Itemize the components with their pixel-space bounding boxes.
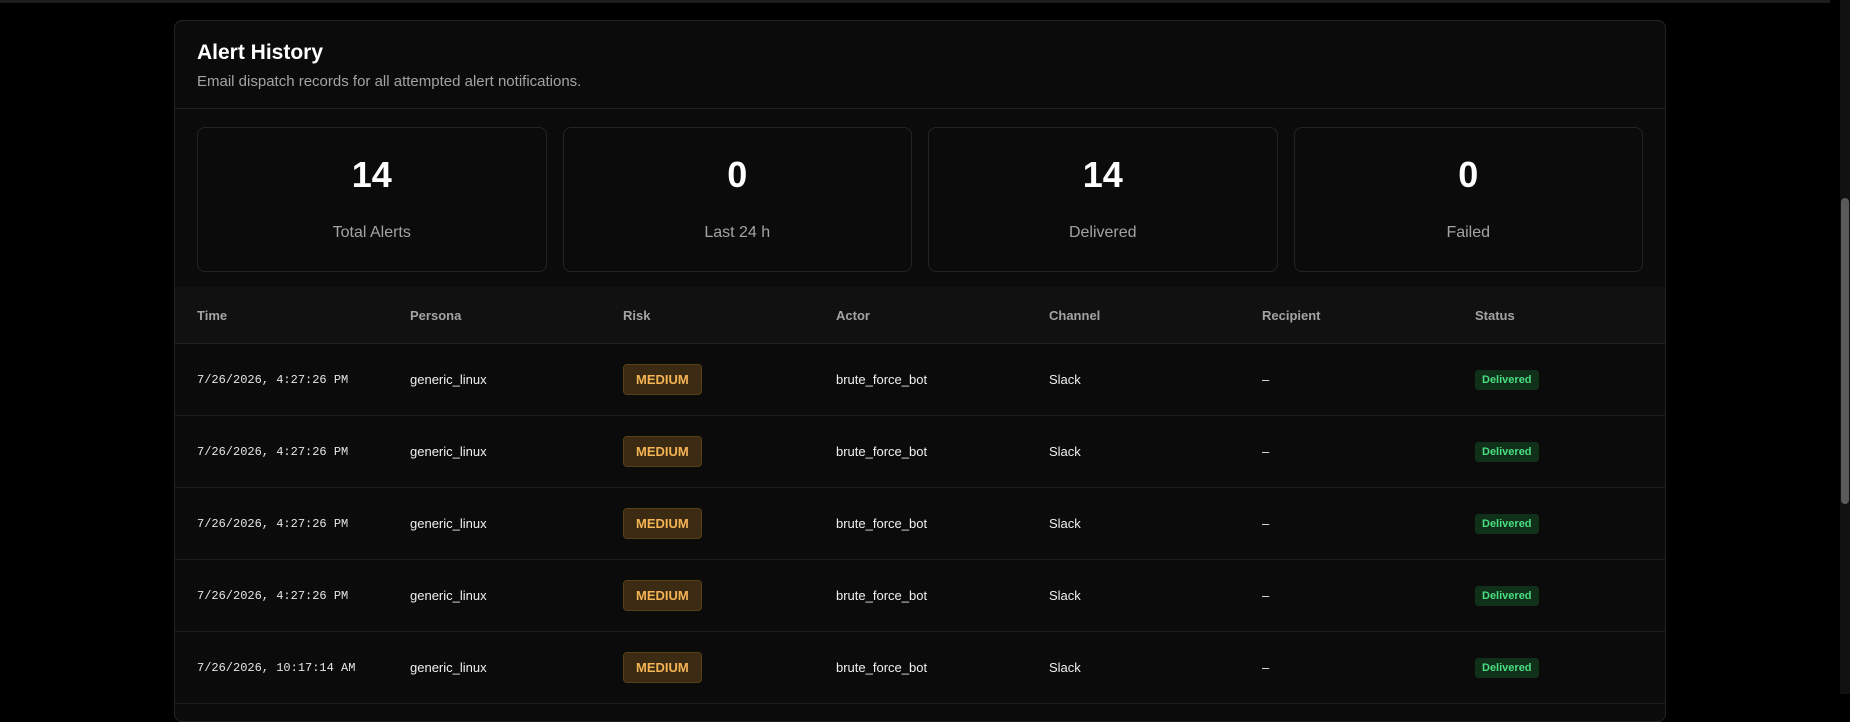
stat-card-last-24h: 0 Last 24 h bbox=[562, 127, 912, 272]
panel-header: Alert History Email dispatch records for… bbox=[175, 21, 1665, 109]
cell-recipient: – bbox=[1262, 444, 1270, 459]
cell-recipient: – bbox=[1262, 516, 1270, 531]
cell-channel: Slack bbox=[1049, 444, 1081, 459]
cell-channel: Slack bbox=[1049, 516, 1081, 531]
stat-value: 0 bbox=[1458, 154, 1479, 195]
stat-card-delivered: 14 Delivered bbox=[928, 127, 1278, 272]
stat-value: 14 bbox=[1082, 154, 1123, 195]
alert-history-panel: Alert History Email dispatch records for… bbox=[174, 20, 1666, 722]
cell-recipient: – bbox=[1262, 660, 1270, 675]
risk-badge: MEDIUM bbox=[623, 652, 702, 683]
cell-persona: generic_linux bbox=[410, 588, 487, 603]
table-row[interactable]: 7/26/2026, 10:17:14 AM generic_linux MED… bbox=[175, 632, 1665, 704]
cell-time: 7/26/2026, 4:27:26 PM bbox=[197, 372, 349, 387]
risk-badge: MEDIUM bbox=[623, 436, 702, 467]
cell-status: Delivered bbox=[1453, 441, 1665, 462]
cell-channel: Slack bbox=[1049, 660, 1081, 675]
column-header-actor[interactable]: Actor bbox=[814, 308, 1027, 323]
cell-risk: MEDIUM bbox=[601, 364, 814, 395]
status-badge: Delivered bbox=[1475, 513, 1539, 534]
cell-time: 7/26/2026, 10:17:14 AM bbox=[197, 660, 356, 675]
stat-value: 14 bbox=[351, 154, 392, 195]
table-row[interactable]: 7/26/2026, 4:27:26 PM generic_linux MEDI… bbox=[175, 344, 1665, 416]
cell-actor: brute_force_bot bbox=[836, 444, 928, 459]
column-header-channel[interactable]: Channel bbox=[1027, 308, 1240, 323]
stat-label: Failed bbox=[1446, 224, 1491, 241]
cell-risk: MEDIUM bbox=[601, 580, 814, 611]
column-header-persona[interactable]: Persona bbox=[388, 308, 601, 323]
page-scrollbar[interactable] bbox=[1840, 0, 1850, 694]
cell-status: Delivered bbox=[1453, 513, 1665, 534]
cell-channel: Slack bbox=[1049, 372, 1081, 387]
cell-actor: brute_force_bot bbox=[836, 588, 928, 603]
status-badge: Delivered bbox=[1475, 657, 1539, 678]
cell-time: 7/26/2026, 4:27:26 PM bbox=[197, 516, 349, 531]
cell-actor: brute_force_bot bbox=[836, 660, 928, 675]
cell-recipient: – bbox=[1262, 372, 1270, 387]
cell-risk: MEDIUM bbox=[601, 652, 814, 683]
cell-risk: MEDIUM bbox=[601, 508, 814, 539]
stat-value: 0 bbox=[727, 154, 748, 195]
column-header-status[interactable]: Status bbox=[1453, 308, 1665, 323]
table-row[interactable]: 7/26/2026, 4:27:26 PM generic_linux MEDI… bbox=[175, 416, 1665, 488]
cell-time: 7/26/2026, 4:27:26 PM bbox=[197, 444, 349, 459]
cell-channel: Slack bbox=[1049, 588, 1081, 603]
risk-badge: MEDIUM bbox=[623, 508, 702, 539]
top-divider bbox=[0, 0, 1830, 3]
cell-status: Delivered bbox=[1453, 369, 1665, 390]
status-badge: Delivered bbox=[1475, 441, 1539, 462]
stat-label: Total Alerts bbox=[332, 224, 411, 241]
stat-label: Delivered bbox=[1068, 224, 1137, 241]
alert-history-table: Time Persona Risk Actor Channel Recipien… bbox=[175, 287, 1665, 704]
page-title: Alert History bbox=[197, 41, 324, 64]
stat-card-total-alerts: 14 Total Alerts bbox=[197, 127, 547, 272]
cell-actor: brute_force_bot bbox=[836, 516, 928, 531]
scrollbar-thumb[interactable] bbox=[1841, 198, 1849, 504]
cell-persona: generic_linux bbox=[410, 372, 487, 387]
column-header-risk[interactable]: Risk bbox=[601, 308, 814, 323]
cell-status: Delivered bbox=[1453, 585, 1665, 606]
status-badge: Delivered bbox=[1475, 585, 1539, 606]
risk-badge: MEDIUM bbox=[623, 580, 702, 611]
table-header: Time Persona Risk Actor Channel Recipien… bbox=[175, 287, 1665, 344]
stat-card-failed: 0 Failed bbox=[1293, 127, 1643, 272]
cell-actor: brute_force_bot bbox=[836, 372, 928, 387]
table-row[interactable]: 7/26/2026, 4:27:26 PM generic_linux MEDI… bbox=[175, 560, 1665, 632]
cell-persona: generic_linux bbox=[410, 660, 487, 675]
page-subtitle: Email dispatch records for all attempted… bbox=[197, 73, 582, 90]
cell-risk: MEDIUM bbox=[601, 436, 814, 467]
status-badge: Delivered bbox=[1475, 369, 1539, 390]
table-row[interactable]: 7/26/2026, 4:27:26 PM generic_linux MEDI… bbox=[175, 488, 1665, 560]
stat-label: Last 24 h bbox=[704, 224, 771, 241]
cell-status: Delivered bbox=[1453, 657, 1665, 678]
column-header-time[interactable]: Time bbox=[175, 308, 388, 323]
risk-badge: MEDIUM bbox=[623, 364, 702, 395]
cell-persona: generic_linux bbox=[410, 516, 487, 531]
stats-row: 14 Total Alerts 0 Last 24 h 14 Delivered… bbox=[197, 127, 1643, 272]
column-header-recipient[interactable]: Recipient bbox=[1240, 308, 1453, 323]
cell-recipient: – bbox=[1262, 588, 1270, 603]
cell-persona: generic_linux bbox=[410, 444, 487, 459]
cell-time: 7/26/2026, 4:27:26 PM bbox=[197, 588, 349, 603]
